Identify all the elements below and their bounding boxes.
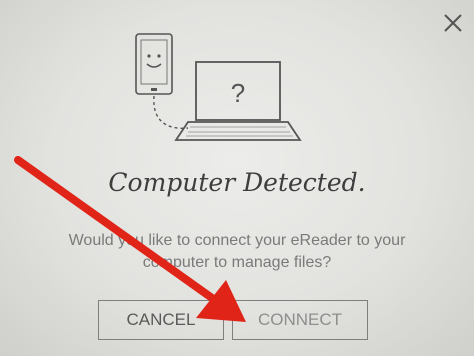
message-line-2: computer to manage files?	[142, 254, 332, 271]
cancel-button[interactable]: CANCEL	[98, 300, 224, 340]
dialog-message: Would you like to connect your eReader t…	[0, 230, 474, 274]
dialog-title: Computer Detected.	[108, 168, 366, 197]
close-icon[interactable]	[440, 10, 466, 36]
connect-dialog: ? Computer Detected. Would you like to c…	[0, 0, 474, 356]
ereader-icon	[135, 33, 173, 95]
usb-cable	[153, 95, 189, 129]
connect-button[interactable]: CONNECT	[232, 300, 368, 340]
svg-text:?: ?	[231, 78, 245, 108]
laptop-icon: ?	[174, 61, 302, 141]
device-connection-illustration: ?	[135, 33, 302, 141]
message-line-1: Would you like to connect your eReader t…	[68, 232, 406, 249]
